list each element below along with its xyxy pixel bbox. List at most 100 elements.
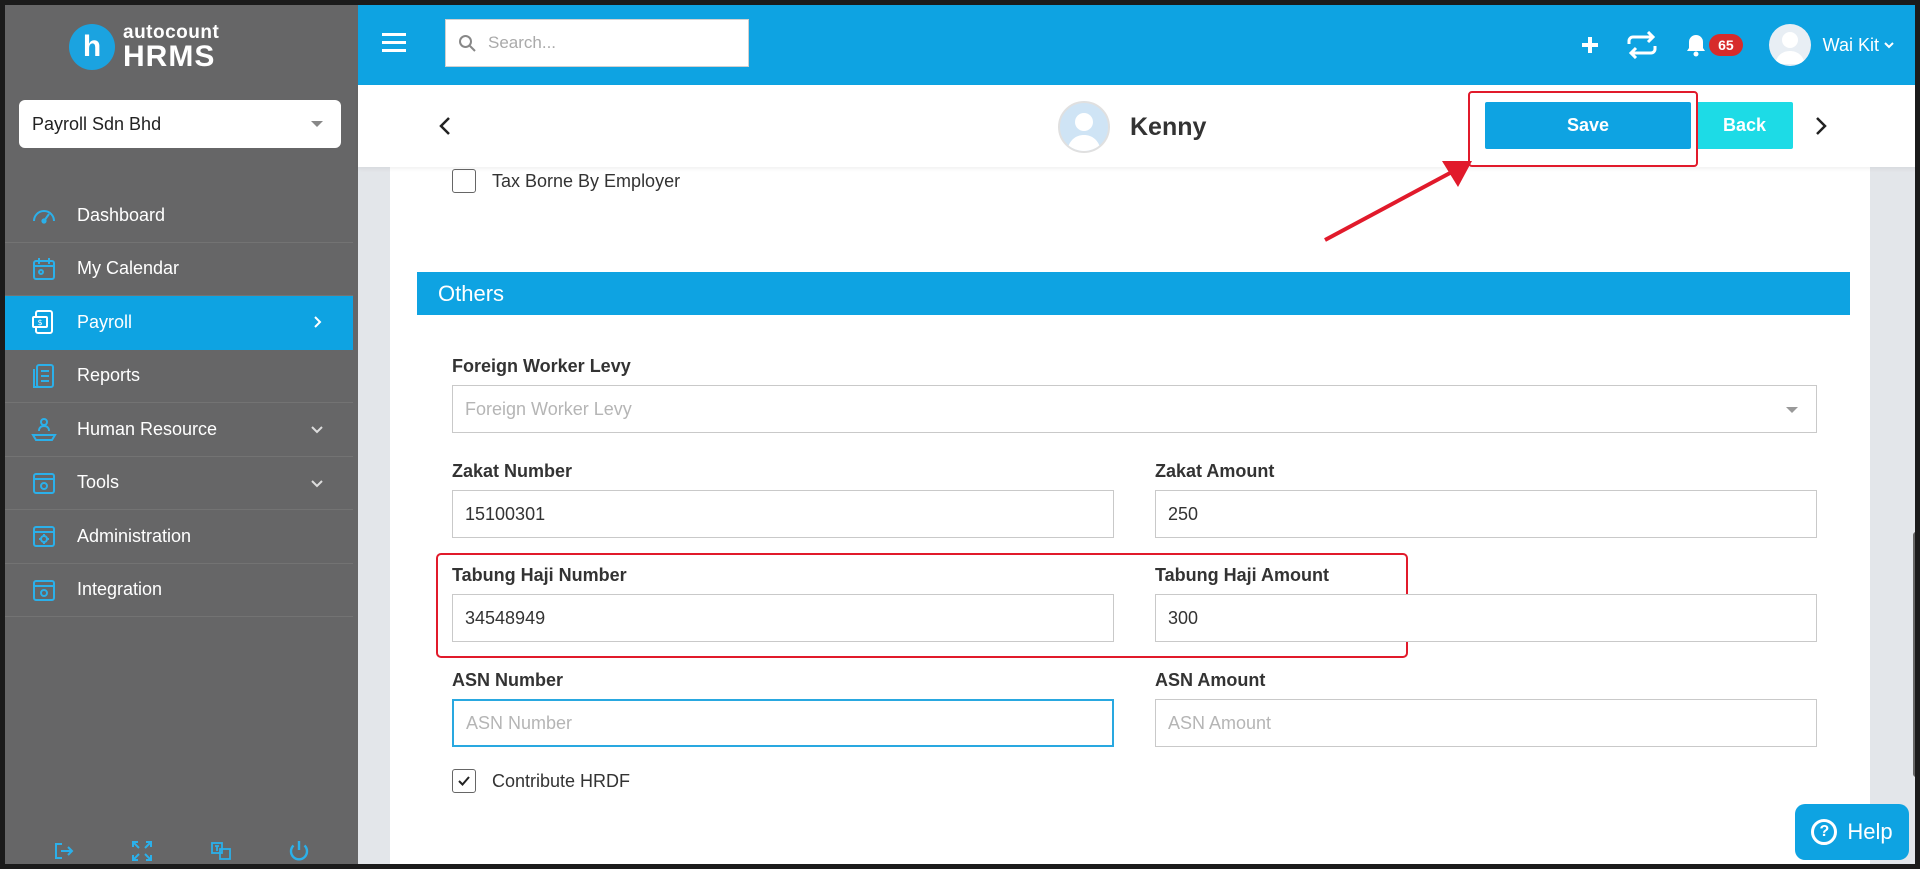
company-select[interactable]: Payroll Sdn Bhd bbox=[19, 100, 341, 148]
chevron-down-icon bbox=[311, 479, 323, 487]
sidebar-item-human-resource[interactable]: Human Resource bbox=[5, 403, 353, 457]
search-box bbox=[445, 19, 749, 67]
report-icon bbox=[29, 361, 59, 391]
search-input[interactable] bbox=[488, 33, 728, 53]
sidebar-item-label: Tools bbox=[77, 472, 120, 493]
caret-down-icon bbox=[311, 121, 323, 127]
sidebar: h autocount HRMS Payroll Sdn Bhd Dashboa… bbox=[5, 5, 358, 864]
calendar-icon bbox=[29, 254, 59, 284]
zakat-number-value: 15100301 bbox=[465, 503, 546, 524]
asn-amount-placeholder: ASN Amount bbox=[1168, 712, 1272, 733]
sidebar-item-payroll[interactable]: $ Payroll bbox=[5, 296, 353, 350]
section-header-others: Others bbox=[417, 272, 1850, 315]
next-employee-icon[interactable] bbox=[1811, 114, 1831, 138]
sidebar-item-label: Dashboard bbox=[77, 204, 166, 225]
sidebar-item-dashboard[interactable]: Dashboard bbox=[5, 189, 353, 243]
sidebar-item-my-calendar[interactable]: My Calendar bbox=[5, 243, 353, 296]
sidebar-item-label: Reports bbox=[77, 365, 141, 386]
app-window: h autocount HRMS Payroll Sdn Bhd Dashboa… bbox=[0, 0, 1920, 869]
sidebar-nav: Dashboard My Calendar $ Payroll Reports bbox=[5, 189, 353, 617]
logout-icon[interactable] bbox=[52, 839, 76, 863]
fullscreen-icon[interactable] bbox=[130, 839, 154, 863]
sidebar-item-label: Administration bbox=[77, 525, 192, 546]
zakat-number-input[interactable]: 15100301 bbox=[452, 490, 1114, 538]
tabung-haji-number-label: Tabung Haji Number bbox=[452, 565, 627, 585]
tax-borne-checkbox-row[interactable]: Tax Borne By Employer bbox=[452, 169, 680, 193]
sidebar-item-administration[interactable]: Administration bbox=[5, 510, 353, 564]
user-menu[interactable]: Wai Kit bbox=[1768, 24, 1895, 66]
employee-name: Kenny bbox=[1130, 112, 1207, 141]
zakat-amount-label: Zakat Amount bbox=[1155, 461, 1275, 481]
previous-employee-icon[interactable] bbox=[435, 114, 455, 138]
sidebar-item-label: My Calendar bbox=[77, 258, 180, 279]
zakat-amount-value: 250 bbox=[1168, 503, 1199, 524]
avatar bbox=[1768, 24, 1811, 66]
caret-down-icon bbox=[1786, 407, 1798, 413]
power-icon[interactable] bbox=[287, 839, 311, 863]
asn-number-placeholder: ASN Number bbox=[466, 712, 573, 733]
contribute-hrdf-label: Contribute HRDF bbox=[492, 770, 631, 791]
asn-number-label: ASN Number bbox=[452, 670, 564, 690]
tools-icon bbox=[29, 468, 59, 498]
annotation-arrow bbox=[1324, 161, 1472, 242]
sidebar-item-tools[interactable]: Tools bbox=[5, 457, 353, 510]
translate-icon[interactable] bbox=[209, 839, 233, 863]
tabung-haji-amount-input[interactable]: 300 bbox=[1155, 594, 1817, 642]
scrollbar-thumb[interactable] bbox=[1913, 532, 1915, 777]
username: Wai Kit bbox=[1822, 34, 1879, 55]
section-title: Others bbox=[438, 280, 505, 306]
back-button[interactable]: Back bbox=[1696, 102, 1793, 149]
question-icon: ? bbox=[1811, 819, 1838, 845]
checkmark-icon bbox=[458, 776, 470, 786]
tabung-haji-number-input[interactable]: 34548949 bbox=[452, 594, 1114, 642]
save-highlight-box bbox=[1468, 91, 1698, 167]
employee-avatar bbox=[1058, 101, 1110, 153]
chevron-down-icon bbox=[1884, 42, 1894, 49]
sidebar-item-label: Integration bbox=[77, 579, 163, 600]
sidebar-item-integration[interactable]: Integration bbox=[5, 564, 353, 617]
tabung-haji-number-value: 34548949 bbox=[465, 607, 546, 628]
foreign-worker-levy-select[interactable]: Foreign Worker Levy bbox=[452, 385, 1817, 433]
logo-bottom-text: HRMS bbox=[123, 39, 216, 73]
contribute-hrdf-checkbox[interactable] bbox=[452, 769, 476, 793]
sidebar-item-reports[interactable]: Reports bbox=[5, 350, 353, 403]
add-icon[interactable] bbox=[1581, 36, 1599, 54]
top-bar: 65 Wai Kit bbox=[358, 5, 1915, 85]
tax-borne-checkbox[interactable] bbox=[452, 169, 476, 193]
bell-icon bbox=[1687, 35, 1706, 57]
admin-icon bbox=[29, 521, 59, 551]
tabung-haji-amount-label: Tabung Haji Amount bbox=[1155, 565, 1329, 585]
tax-borne-label: Tax Borne By Employer bbox=[492, 170, 681, 191]
tabung-haji-amount-value: 300 bbox=[1168, 607, 1199, 628]
foreign-worker-levy-label: Foreign Worker Levy bbox=[452, 356, 631, 376]
menu-icon[interactable] bbox=[382, 33, 406, 53]
zakat-amount-input[interactable]: 250 bbox=[1155, 490, 1817, 538]
app-logo[interactable]: h autocount HRMS bbox=[69, 19, 219, 75]
integration-icon bbox=[29, 575, 59, 605]
main-content bbox=[358, 85, 1915, 864]
help-button[interactable]: ? Help bbox=[1795, 804, 1909, 860]
svg-text:$: $ bbox=[37, 318, 42, 327]
people-icon bbox=[29, 414, 59, 444]
money-icon: $ bbox=[29, 307, 59, 337]
foreign-worker-levy-placeholder: Foreign Worker Levy bbox=[465, 398, 632, 419]
chevron-down-icon bbox=[311, 426, 323, 434]
asn-number-input[interactable]: ASN Number bbox=[452, 699, 1114, 747]
chevron-right-icon bbox=[314, 316, 322, 328]
search-icon bbox=[459, 35, 476, 52]
sidebar-item-label: Human Resource bbox=[77, 418, 218, 439]
sidebar-footer bbox=[5, 827, 358, 864]
sidebar-item-label: Payroll bbox=[77, 311, 133, 332]
asn-amount-input[interactable]: ASN Amount bbox=[1155, 699, 1817, 747]
sync-icon[interactable] bbox=[1625, 31, 1659, 59]
help-label: Help bbox=[1847, 819, 1893, 844]
notification-bell[interactable]: 65 bbox=[1685, 33, 1743, 57]
company-select-value: Payroll Sdn Bhd bbox=[32, 113, 162, 134]
gauge-icon bbox=[29, 200, 59, 230]
contribute-hrdf-checkbox-row[interactable]: Contribute HRDF bbox=[452, 769, 630, 793]
asn-amount-label: ASN Amount bbox=[1155, 670, 1266, 690]
form-card bbox=[390, 85, 1870, 864]
notification-badge: 65 bbox=[1709, 34, 1743, 56]
zakat-number-label: Zakat Number bbox=[452, 461, 573, 481]
logo-icon: h bbox=[69, 24, 115, 70]
